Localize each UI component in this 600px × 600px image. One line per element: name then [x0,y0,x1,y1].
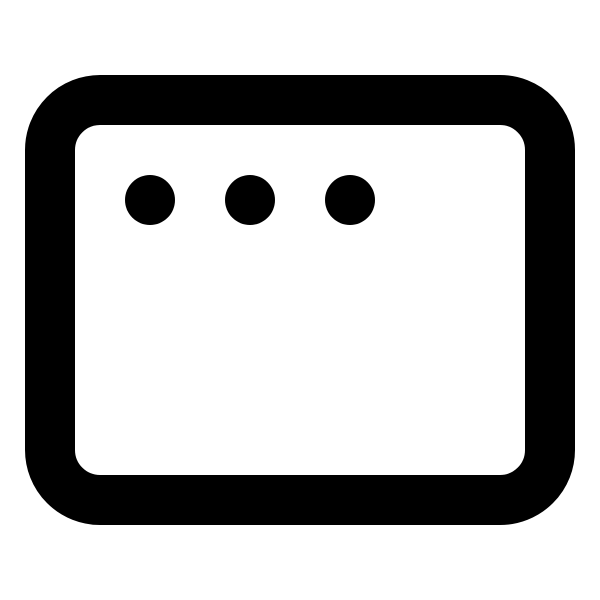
icon-canvas [0,0,600,600]
window-frame [25,75,575,525]
window-dot-3 [325,175,375,225]
window-dot-1 [125,175,175,225]
window-dot-2 [225,175,275,225]
browser-window-icon [25,75,575,525]
